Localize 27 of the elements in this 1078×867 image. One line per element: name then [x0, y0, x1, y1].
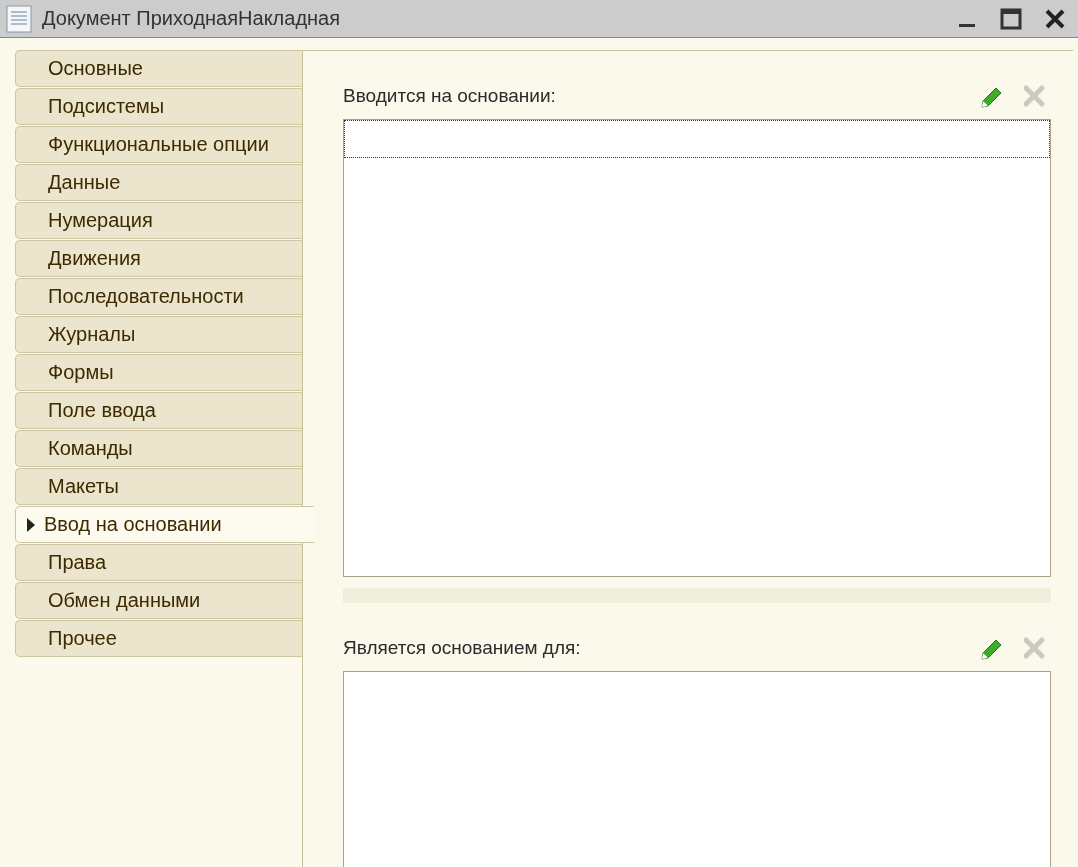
tab[interactable]: Обмен данными	[15, 582, 302, 619]
tab[interactable]: Макеты	[15, 468, 302, 505]
tab[interactable]: Подсистемы	[15, 88, 302, 125]
close-icon	[1022, 84, 1046, 108]
tab[interactable]: Данные	[15, 164, 302, 201]
tab[interactable]: Журналы	[15, 316, 302, 353]
tab[interactable]: Функциональные опции	[15, 126, 302, 163]
close-icon	[1044, 7, 1066, 30]
list-label: Вводится на основании:	[343, 85, 557, 107]
close-icon	[1022, 636, 1046, 660]
triangle-icon	[26, 516, 36, 533]
tab[interactable]: Формы	[15, 354, 302, 391]
tab[interactable]: Нумерация	[15, 202, 302, 239]
tab[interactable]: Права	[15, 544, 302, 581]
document-icon	[6, 4, 32, 33]
tab[interactable]: Основные	[15, 50, 302, 87]
tab[interactable]: Последовательности	[15, 278, 302, 315]
tab[interactable]: Движения	[15, 240, 302, 277]
maximize-icon	[1000, 7, 1022, 30]
minimize-icon	[959, 24, 975, 27]
list-label: Является основанием для:	[343, 637, 582, 659]
tab[interactable]: Поле ввода	[15, 392, 302, 429]
window-title: Документ ПриходнаяНакладная	[42, 7, 342, 30]
tab[interactable]: Ввод на основании	[15, 506, 314, 543]
tab[interactable]: Команды	[15, 430, 302, 467]
list-row[interactable]	[344, 120, 1050, 158]
tab[interactable]: Прочее	[15, 620, 302, 657]
